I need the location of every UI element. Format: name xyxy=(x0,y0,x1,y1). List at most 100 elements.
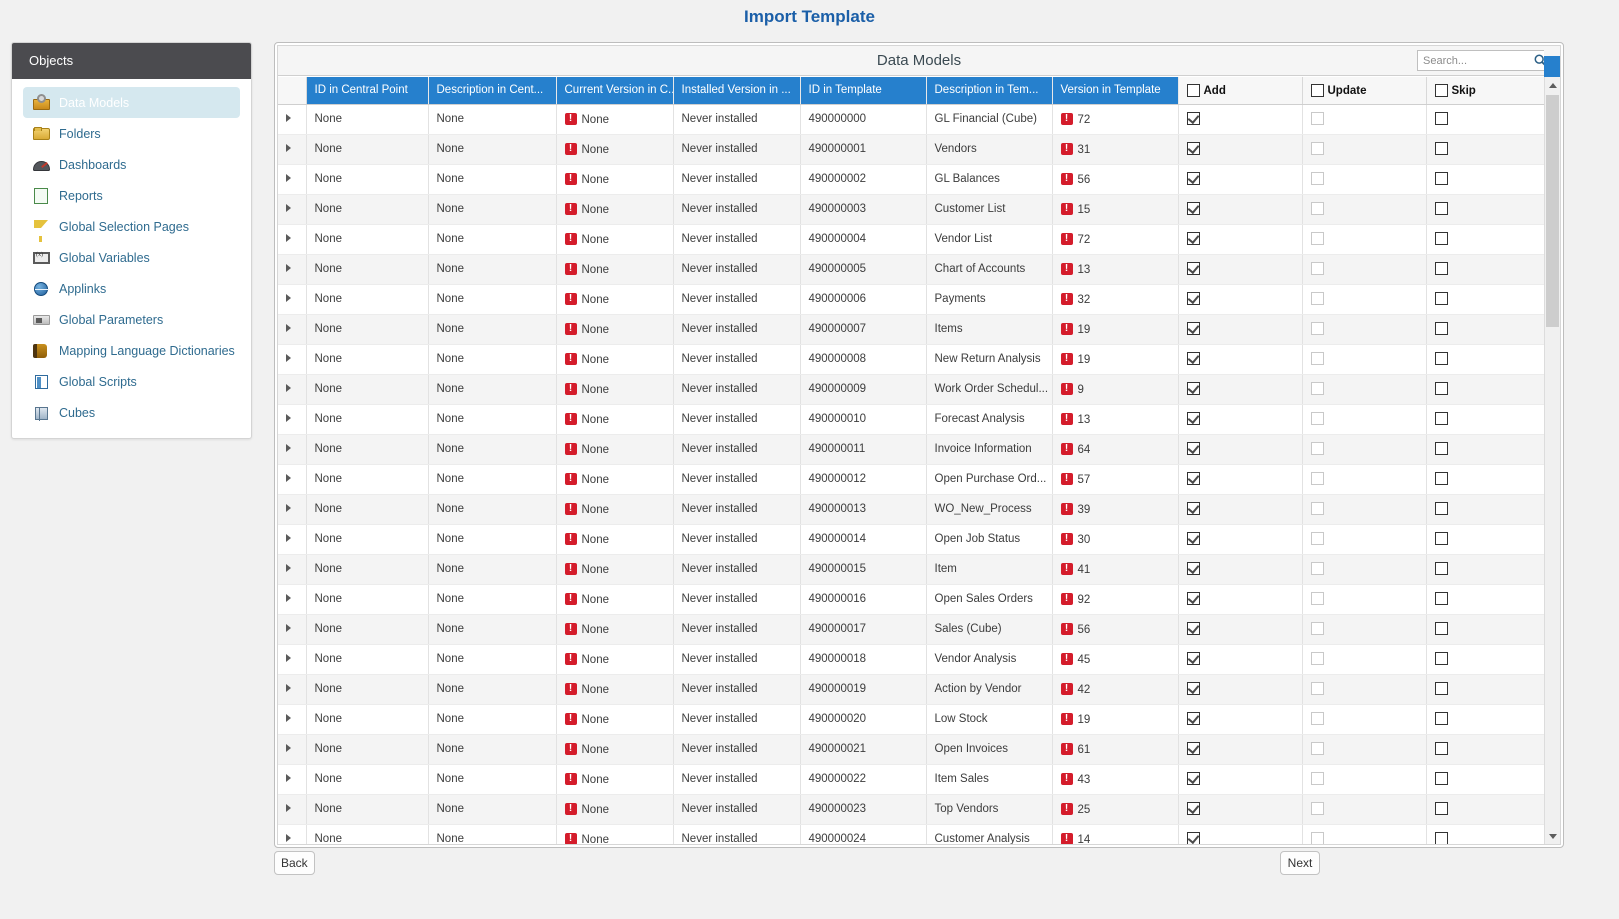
chevron-right-icon[interactable] xyxy=(286,774,291,782)
chevron-right-icon[interactable] xyxy=(286,144,291,152)
add-checkbox[interactable] xyxy=(1186,712,1200,725)
cell-update[interactable] xyxy=(1302,584,1427,615)
row-expander-cell[interactable] xyxy=(278,104,307,135)
skip-checkbox[interactable] xyxy=(1434,682,1448,695)
cell-update[interactable] xyxy=(1302,674,1427,705)
table-row[interactable]: NoneNoneNoneNever installed490000015Item… xyxy=(278,554,1544,585)
skip-checkbox[interactable] xyxy=(1434,562,1448,575)
cell-update[interactable] xyxy=(1302,374,1427,405)
cell-update[interactable] xyxy=(1302,134,1427,165)
cell-update[interactable] xyxy=(1302,194,1427,225)
cell-add[interactable] xyxy=(1178,404,1303,435)
table-row[interactable]: NoneNoneNoneNever installed490000000GL F… xyxy=(278,104,1544,135)
cell-skip[interactable] xyxy=(1426,344,1544,375)
add-checkbox[interactable] xyxy=(1186,412,1200,425)
column-header-add[interactable]: Add xyxy=(1178,77,1303,105)
back-button[interactable]: Back xyxy=(274,851,315,875)
chevron-right-icon[interactable] xyxy=(286,684,291,692)
add-checkbox[interactable] xyxy=(1186,562,1200,575)
add-checkbox[interactable] xyxy=(1186,172,1200,185)
row-expander-cell[interactable] xyxy=(278,254,307,285)
add-checkbox[interactable] xyxy=(1186,292,1200,305)
row-expander-cell[interactable] xyxy=(278,374,307,405)
chevron-right-icon[interactable] xyxy=(286,354,291,362)
cell-update[interactable] xyxy=(1302,104,1427,135)
cell-add[interactable] xyxy=(1178,824,1303,844)
cell-update[interactable] xyxy=(1302,494,1427,525)
table-row[interactable]: NoneNoneNoneNever installed490000007Item… xyxy=(278,314,1544,345)
column-header-description-in-cent[interactable]: Description in Cent... xyxy=(428,77,557,105)
cell-skip[interactable] xyxy=(1426,434,1544,465)
chevron-right-icon[interactable] xyxy=(286,114,291,122)
row-expander-cell[interactable] xyxy=(278,344,307,375)
cell-skip[interactable] xyxy=(1426,194,1544,225)
table-row[interactable]: NoneNoneNoneNever installed490000001Vend… xyxy=(278,134,1544,165)
sidebar-item-cubes[interactable]: Cubes xyxy=(23,397,240,428)
skip-checkbox[interactable] xyxy=(1434,622,1448,635)
cell-skip[interactable] xyxy=(1426,524,1544,555)
add-checkbox[interactable] xyxy=(1186,112,1200,125)
add-checkbox[interactable] xyxy=(1186,802,1200,815)
sidebar-item-applinks[interactable]: Applinks xyxy=(23,273,240,304)
cell-add[interactable] xyxy=(1178,314,1303,345)
chevron-right-icon[interactable] xyxy=(286,534,291,542)
chevron-right-icon[interactable] xyxy=(286,444,291,452)
chevron-right-icon[interactable] xyxy=(286,654,291,662)
table-row[interactable]: NoneNoneNoneNever installed490000021Open… xyxy=(278,734,1544,765)
sidebar-item-folders[interactable]: Folders xyxy=(23,118,240,149)
add-checkbox[interactable] xyxy=(1186,142,1200,155)
skip-checkbox[interactable] xyxy=(1434,322,1448,335)
add-checkbox[interactable] xyxy=(1186,352,1200,365)
cell-add[interactable] xyxy=(1178,194,1303,225)
row-expander-cell[interactable] xyxy=(278,824,307,844)
cell-skip[interactable] xyxy=(1426,464,1544,495)
table-row[interactable]: NoneNoneNoneNever installed490000019Acti… xyxy=(278,674,1544,705)
cell-update[interactable] xyxy=(1302,284,1427,315)
row-expander-cell[interactable] xyxy=(278,434,307,465)
table-row[interactable]: NoneNoneNoneNever installed490000004Vend… xyxy=(278,224,1544,255)
cell-skip[interactable] xyxy=(1426,224,1544,255)
sidebar-item-dashboards[interactable]: Dashboards xyxy=(23,149,240,180)
cell-skip[interactable] xyxy=(1426,794,1544,825)
chevron-right-icon[interactable] xyxy=(286,174,291,182)
cell-add[interactable] xyxy=(1178,164,1303,195)
chevron-right-icon[interactable] xyxy=(286,624,291,632)
cell-add[interactable] xyxy=(1178,104,1303,135)
cell-update[interactable] xyxy=(1302,464,1427,495)
column-header-update[interactable]: Update xyxy=(1302,77,1427,105)
cell-add[interactable] xyxy=(1178,374,1303,405)
add-checkbox[interactable] xyxy=(1186,742,1200,755)
cell-update[interactable] xyxy=(1302,224,1427,255)
table-row[interactable]: NoneNoneNoneNever installed490000006Paym… xyxy=(278,284,1544,315)
cell-update[interactable] xyxy=(1302,734,1427,765)
cell-add[interactable] xyxy=(1178,464,1303,495)
skip-checkbox[interactable] xyxy=(1434,112,1448,125)
table-row[interactable]: NoneNoneNoneNever installed490000012Open… xyxy=(278,464,1544,495)
next-button[interactable]: Next xyxy=(1280,851,1320,875)
search-input[interactable] xyxy=(1418,53,1530,68)
column-header-id-in-central-point[interactable]: ID in Central Point xyxy=(306,77,429,105)
cell-add[interactable] xyxy=(1178,344,1303,375)
cell-add[interactable] xyxy=(1178,224,1303,255)
row-expander-cell[interactable] xyxy=(278,134,307,165)
row-expander-cell[interactable] xyxy=(278,464,307,495)
cell-update[interactable] xyxy=(1302,644,1427,675)
cell-update[interactable] xyxy=(1302,344,1427,375)
cell-skip[interactable] xyxy=(1426,164,1544,195)
cell-skip[interactable] xyxy=(1426,704,1544,735)
cell-skip[interactable] xyxy=(1426,734,1544,765)
chevron-right-icon[interactable] xyxy=(286,234,291,242)
cell-update[interactable] xyxy=(1302,524,1427,555)
chevron-right-icon[interactable] xyxy=(286,264,291,272)
cell-skip[interactable] xyxy=(1426,644,1544,675)
skip-checkbox[interactable] xyxy=(1434,652,1448,665)
vertical-scrollbar[interactable] xyxy=(1544,77,1560,844)
column-header-description-in-tem[interactable]: Description in Tem... xyxy=(926,77,1053,105)
cell-update[interactable] xyxy=(1302,314,1427,345)
add-checkbox[interactable] xyxy=(1186,652,1200,665)
sidebar-item-global-parameters[interactable]: Global Parameters xyxy=(23,304,240,335)
chevron-right-icon[interactable] xyxy=(286,204,291,212)
skip-checkbox[interactable] xyxy=(1434,832,1448,844)
table-row[interactable]: NoneNoneNoneNever installed490000010Fore… xyxy=(278,404,1544,435)
cell-skip[interactable] xyxy=(1426,104,1544,135)
